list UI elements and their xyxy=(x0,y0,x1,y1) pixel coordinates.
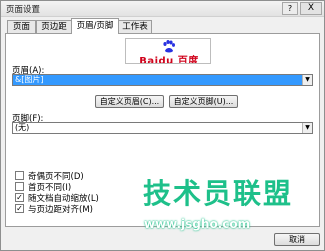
align-margins-label: 与页边距对齐(M) xyxy=(28,205,93,215)
scale-with-document-checkbox[interactable]: ✓ xyxy=(15,193,24,202)
first-page-checkbox[interactable] xyxy=(15,182,24,191)
page-setup-dialog: 页面设置 ? X 页面 页边距 页眉/页脚 工作表 Baidu 百度 页眉(A)… xyxy=(0,0,325,251)
cancel-button[interactable]: 取消 xyxy=(274,233,320,246)
chevron-down-icon[interactable]: ▼ xyxy=(302,75,312,85)
odd-even-checkbox[interactable] xyxy=(15,171,24,180)
header-preview: Baidu 百度 xyxy=(125,38,211,64)
watermark-text: 技术员联盟 xyxy=(143,177,294,210)
help-button[interactable]: ? xyxy=(282,2,298,15)
chevron-down-icon[interactable]: ▼ xyxy=(302,123,312,133)
footer-select-value: (无) xyxy=(15,123,30,132)
tab-sheet[interactable]: 工作表 xyxy=(118,20,152,34)
tab-header-footer[interactable]: 页眉/页脚 xyxy=(71,18,119,34)
preview-logo-text: Baidu 百度 xyxy=(139,56,199,64)
tab-page[interactable]: 页面 xyxy=(7,20,36,34)
watermark-url: www.jsgho.com xyxy=(144,217,251,231)
custom-header-button[interactable]: 自定义页眉(C)... xyxy=(95,95,164,108)
custom-footer-button[interactable]: 自定义页脚(U)... xyxy=(169,95,238,108)
tab-margins[interactable]: 页边距 xyxy=(36,20,72,34)
header-select[interactable]: &[图片] ▼ xyxy=(12,74,313,86)
header-select-value: &[图片] xyxy=(15,75,44,84)
close-button[interactable]: X xyxy=(300,2,322,15)
footer-select[interactable]: (无) ▼ xyxy=(12,122,313,134)
dialog-title: 页面设置 xyxy=(6,5,41,15)
align-margins-checkbox[interactable]: ✓ xyxy=(15,204,24,213)
title-bar: 页面设置 ? X xyxy=(1,1,324,17)
